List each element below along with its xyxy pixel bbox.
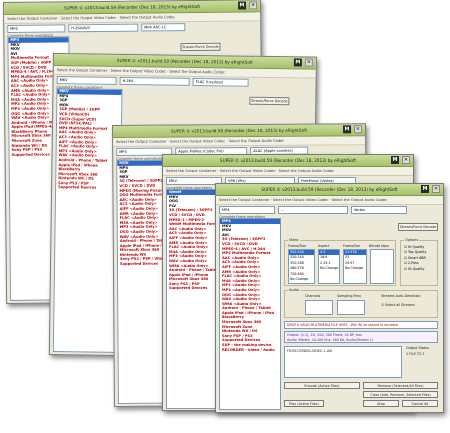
stop-button[interactable]: Stop	[363, 400, 399, 407]
close-icon[interactable]: ✕	[354, 125, 363, 134]
video-codec-select[interactable]: ...	[278, 206, 348, 214]
list-item[interactable]: ☑ Hi-Quality	[403, 267, 426, 272]
options-group-label: Options	[404, 238, 420, 242]
audio-group-label: Audio	[288, 288, 300, 292]
info-panel: Output: (1.1), 2G, 200, 300 Pixels, 24 B…	[284, 331, 438, 343]
stream-decode-checkbox[interactable]: Stream/Force Decode	[249, 96, 290, 106]
codec-header: Select the Output Container · Select the…	[113, 136, 366, 147]
frame-size-label: Frame/Size	[288, 244, 307, 248]
menu-icon[interactable]: M	[343, 125, 352, 134]
drop-zone[interactable]: DROP A VALID MULTIMEDIA FILE HERE - Will…	[284, 321, 438, 329]
app-window-5: SUPER © v2013.build.59 (Recorder (Dec 18…	[215, 183, 444, 413]
list-item[interactable]: No Change	[289, 277, 314, 282]
stream-decode-checkbox[interactable]: Stream/Force Decode	[398, 223, 438, 231]
container-select[interactable]: MP4	[219, 206, 275, 214]
sampling-label: Sampling Freq	[337, 294, 361, 298]
channels-label: Channels	[305, 294, 321, 298]
menu-icon[interactable]: M	[293, 58, 302, 67]
output-status-label: Output Status	[406, 346, 430, 350]
title-bar[interactable]: SUPER © v2013.build.59 (Recorder (Dec 18…	[163, 155, 413, 167]
file-list[interactable]: FR-RECORDED-VIDEO-1.AVI	[284, 346, 402, 378]
stream-auto-label: Streams Auto-Detection	[381, 294, 421, 298]
stream-decode-checkbox[interactable]: Stream/Force Decode	[180, 42, 221, 52]
frame-rate-list[interactable]: 23.976 25 29.97 No Change	[343, 249, 367, 284]
file-count: 1 FILE TO 1	[406, 352, 425, 356]
close-icon[interactable]: ✕	[432, 185, 440, 193]
list-item[interactable]: No Change	[319, 266, 339, 271]
play-button[interactable]: Play (Active Files)	[284, 400, 324, 407]
menu-icon[interactable]: M	[421, 185, 429, 193]
close-icon[interactable]: ✕	[304, 58, 313, 67]
audio-codec-select[interactable]: FLAC (Lossless)	[192, 77, 249, 87]
aspect-label: Aspect	[318, 244, 330, 248]
audio-codec-select[interactable]: MP4 AAC-LC	[141, 23, 186, 32]
list-item[interactable]: No Change	[344, 266, 366, 271]
channels-list[interactable]	[305, 300, 333, 315]
container-select[interactable]: MP4	[7, 24, 66, 33]
aspect-list[interactable]: 4:3 16:9 2.35:1 No Change	[318, 249, 340, 284]
cancel-all-button[interactable]: Cancel All	[402, 400, 438, 407]
list-item[interactable]: SUP - the making device	[220, 343, 280, 348]
title-bar[interactable]: SUPER © v2013.build.59 (Recorder (Dec 18…	[216, 184, 443, 196]
frame-size-list[interactable]: 352:240 320:240 352:288 480:576 720:480 No Ch…	[288, 249, 315, 284]
container-select[interactable]: MKV	[166, 177, 222, 185]
title-bar[interactable]: SUPER © v2013.build.59 (Recorder (Dec 18…	[113, 124, 366, 138]
options-list[interactable]: ☑ Hi Quality ☑ Top Quality ☑ Smart ABR ☑ 2-…	[403, 245, 426, 272]
list-item[interactable]: RECORDER - Video / Audio	[220, 348, 280, 353]
menu-icon[interactable]: M	[238, 1, 247, 10]
window-title: SUPER © v2013.build.59 (Recorder (Dec 18…	[261, 187, 398, 192]
options-group: Options ☑ Hi Quality ☑ Top Quality ☑ Smart…	[400, 238, 438, 286]
select-all-streams-checkbox[interactable]: ☑ Select all Streams	[381, 303, 415, 307]
sampling-list[interactable]	[337, 300, 365, 315]
menu-icon[interactable]: M	[391, 156, 399, 164]
close-icon[interactable]: ✕	[402, 156, 410, 164]
clear-files-button[interactable]: Clear (Add, Remove, Selected Files)	[363, 391, 438, 398]
window-title: SUPER © v2013.build.59 (Recorder (Dec 18…	[116, 57, 254, 65]
info-line: Output: (1.1), 2G, 200, 300 Pixels, 24 B…	[287, 333, 363, 337]
list-item[interactable]: Supported Devices	[56, 186, 120, 191]
info-line-2: Audio: Bitrate, 44.100 Khz, 160 Kb, Audi…	[287, 338, 374, 342]
window-title: SUPER © v2013.build.59 (Recorder (Dec 18…	[63, 3, 201, 11]
video-codec-select[interactable]: H.264	[119, 76, 190, 86]
audio-settings-group: Audio Channels Sampling Freq Streams Aut…	[284, 288, 438, 318]
close-icon[interactable]: ✕	[249, 1, 258, 10]
file-name[interactable]: FR-RECORDED-VIDEO-1.AVI	[287, 349, 332, 353]
codec-selectors: MP4 ... Vorbis	[219, 206, 440, 214]
format-list[interactable]: MP4 MKV MOV AVI 3G (Telecom) / 3GPP2 VCD / SV…	[219, 218, 281, 410]
audio-codec-select[interactable]: Vorbis	[351, 206, 407, 214]
bitrate-label: Bitrate kbps	[369, 244, 390, 248]
window-title: SUPER © v2013.build.59 (Recorder (Dec 18…	[170, 127, 308, 134]
encode-button[interactable]: Encode (Active Files)	[284, 382, 360, 389]
bitrate-list[interactable]	[370, 249, 394, 284]
frame-rate-label: Frame/Sec	[343, 244, 361, 248]
codec-header: Select the Output Container · Select the…	[163, 167, 413, 176]
window-title: SUPER © v2013.build.59 (Recorder (Dec 18…	[219, 158, 357, 163]
remove-files-button[interactable]: Remove (Selected/All Files)	[363, 382, 438, 389]
video-codec-select[interactable]: H.264/AVC	[68, 23, 139, 33]
container-select[interactable]: MKV	[56, 76, 117, 85]
codec-header: Select the Output Container · Select the…	[216, 196, 443, 205]
video-group-label: Video	[288, 238, 300, 242]
video-settings-group: Video Frame/Size Aspect Frame/Sec Bitrat…	[284, 238, 396, 286]
